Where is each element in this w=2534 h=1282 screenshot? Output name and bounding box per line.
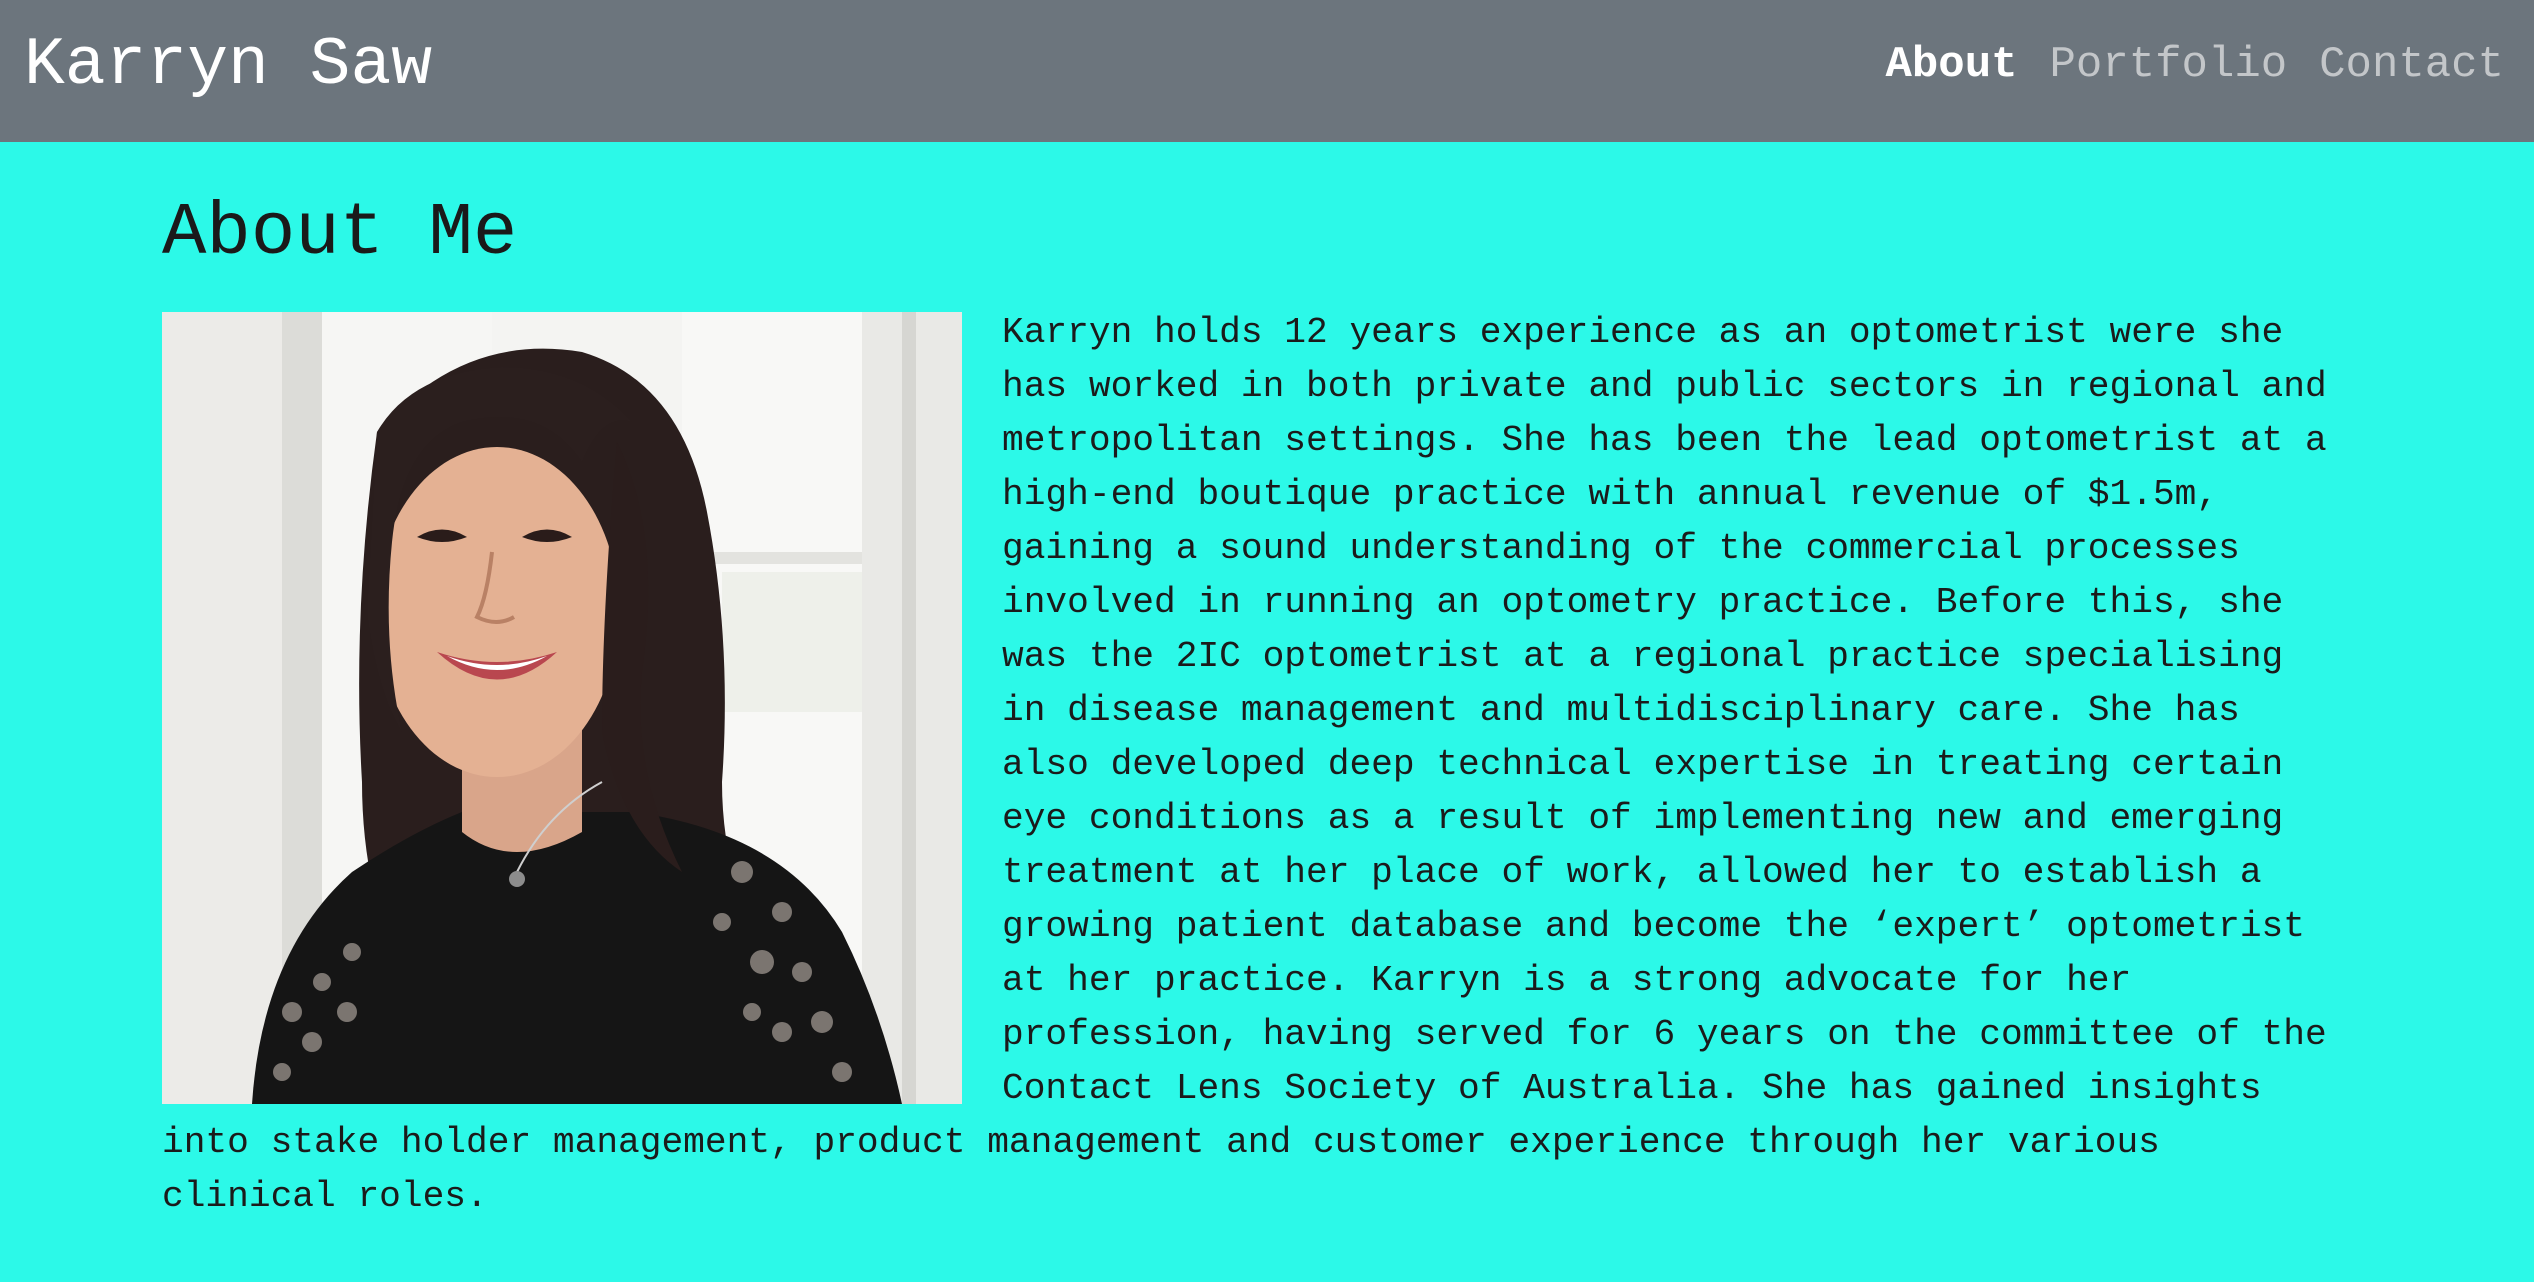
profile-photo — [162, 312, 962, 1104]
nav-link-about[interactable]: About — [1885, 38, 2017, 92]
nav-link-portfolio[interactable]: Portfolio — [2050, 38, 2288, 92]
about-section: About Me Karryn holds 12 years experienc… — [162, 142, 2362, 1224]
site-brand[interactable]: Karryn Saw — [24, 26, 432, 106]
main-nav: About Portfolio Contact — [1885, 38, 2504, 92]
page-title: About Me — [162, 192, 518, 276]
nav-link-contact[interactable]: Contact — [2319, 38, 2504, 92]
navbar: Karryn Saw About Portfolio Contact — [0, 0, 2534, 142]
